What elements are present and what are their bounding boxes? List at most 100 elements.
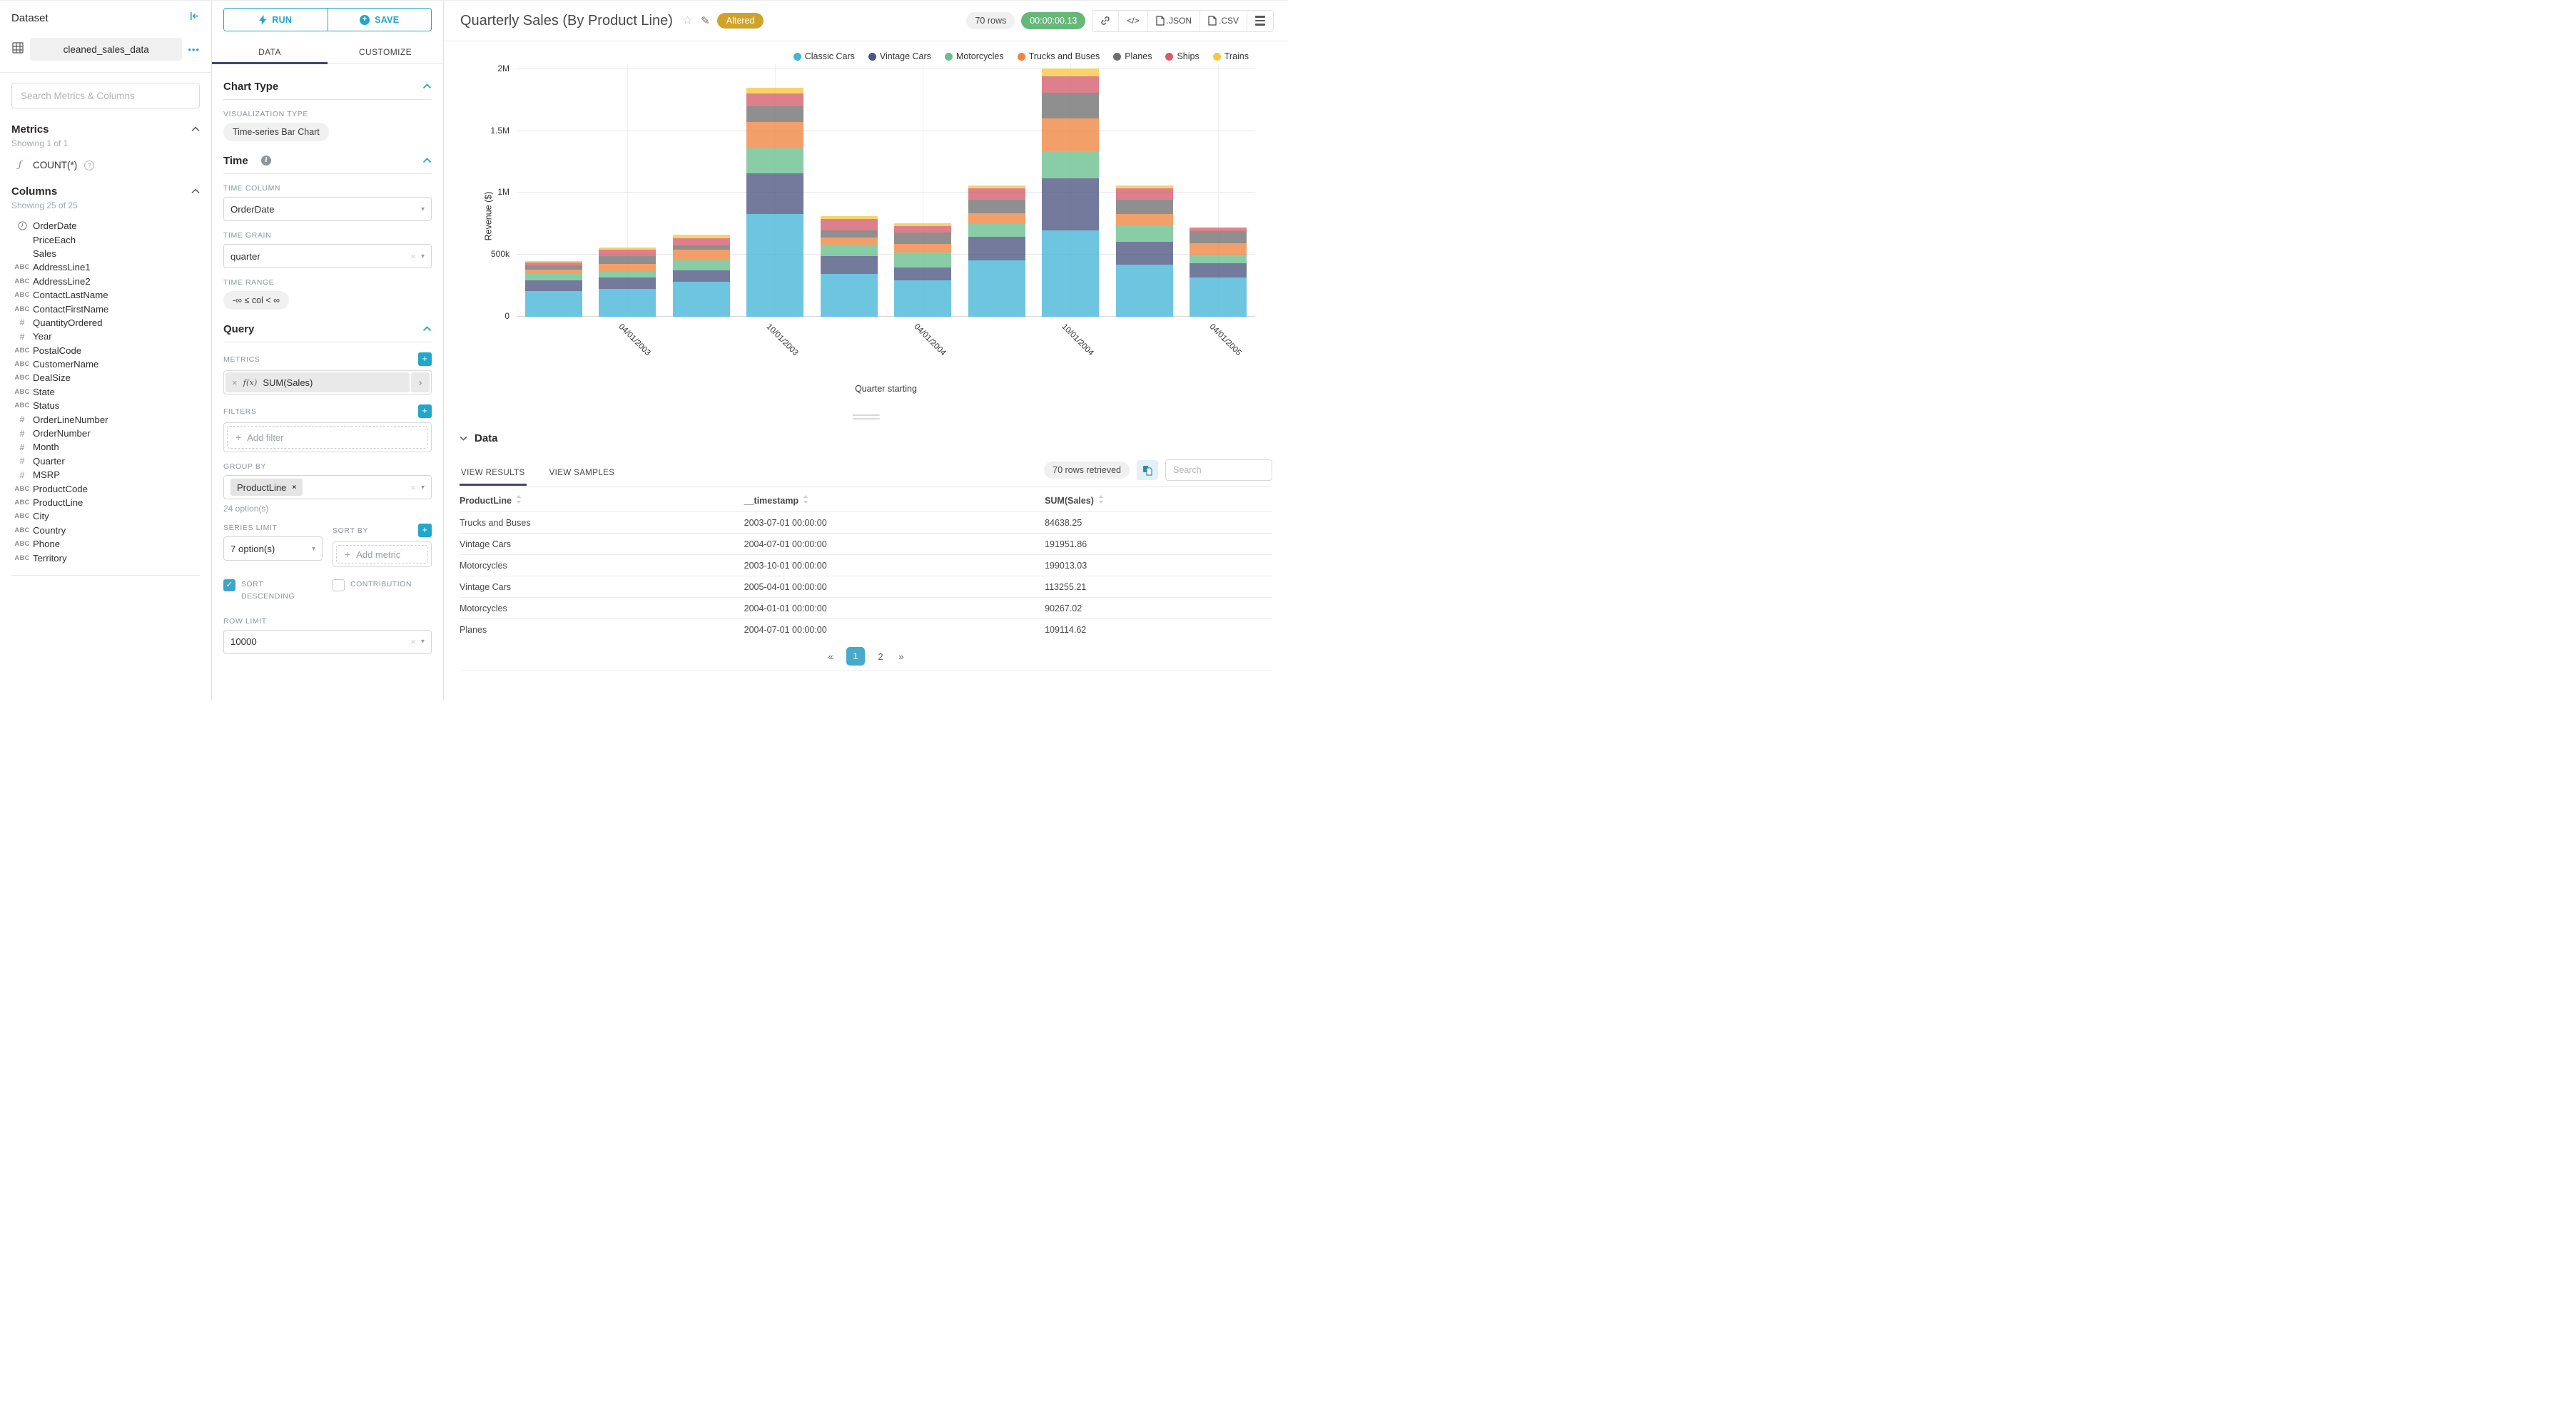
- table-row[interactable]: Vintage Cars 2005-04-01 00:00:00 113255.21: [460, 576, 1272, 598]
- bar-segment[interactable]: [1115, 265, 1173, 317]
- bar-segment[interactable]: [894, 267, 952, 280]
- bar-segment[interactable]: [672, 260, 730, 270]
- remove-chip-icon[interactable]: ×: [292, 484, 296, 491]
- column-list-item[interactable]: ABC ProductLine: [11, 496, 200, 509]
- favorite-star-icon[interactable]: ☆: [682, 14, 693, 28]
- column-list-item[interactable]: ABC DealSize: [11, 371, 200, 384]
- bar-segment[interactable]: [1115, 185, 1173, 189]
- bar-segment[interactable]: [524, 280, 582, 292]
- dataset-select[interactable]: cleaned_sales_data: [30, 38, 183, 61]
- bar-segment[interactable]: [599, 248, 656, 250]
- tab-view-results[interactable]: VIEW RESULTS: [460, 462, 527, 486]
- bar-segment[interactable]: [524, 263, 582, 266]
- bar-segment[interactable]: [968, 224, 1025, 237]
- data-section-toggle[interactable]: Data: [460, 427, 1272, 449]
- table-row[interactable]: Motorcycles 2004-01-01 00:00:00 90267.02: [460, 597, 1272, 619]
- group-by-chip[interactable]: ProductLine ×: [230, 479, 303, 496]
- bar-segment[interactable]: [894, 223, 952, 226]
- bar-segment[interactable]: [746, 88, 804, 94]
- remove-metric-icon[interactable]: ×: [232, 377, 238, 388]
- legend-item[interactable]: Classic Cars: [793, 51, 855, 61]
- bar-segment[interactable]: [672, 270, 730, 282]
- bar-segment[interactable]: [820, 245, 878, 256]
- bar-segment[interactable]: [672, 250, 730, 261]
- column-list-item[interactable]: # OrderLineNumber: [11, 412, 200, 426]
- tab-data[interactable]: DATA: [212, 40, 328, 64]
- series-limit-select[interactable]: 7 option(s) ▾: [223, 536, 323, 561]
- column-list-item[interactable]: OrderDate: [11, 219, 200, 233]
- bar-segment[interactable]: [1115, 188, 1173, 200]
- add-sort-metric-button[interactable]: +: [418, 524, 432, 537]
- stacked-bar[interactable]: [746, 88, 804, 317]
- bar-segment[interactable]: [672, 238, 730, 246]
- clear-icon[interactable]: ×: [410, 636, 416, 647]
- bar-segment[interactable]: [820, 218, 878, 231]
- bar-segment[interactable]: [524, 261, 582, 263]
- column-list-item[interactable]: ABC AddressLine1: [11, 260, 200, 274]
- bar-segment[interactable]: [672, 282, 730, 317]
- dataset-more-icon[interactable]: •••: [188, 44, 200, 55]
- bar-segment[interactable]: [1042, 76, 1100, 93]
- bar-segment[interactable]: [524, 265, 582, 270]
- column-list-item[interactable]: ABC Territory: [11, 551, 200, 564]
- sort-descending-checkbox[interactable]: ✓: [223, 579, 235, 591]
- bar-segment[interactable]: [1190, 228, 1247, 231]
- time-range-pill[interactable]: -∞ ≤ col < ∞: [223, 291, 290, 310]
- column-list-item[interactable]: ABC ContactLastName: [11, 288, 200, 302]
- add-sort-metric-dropzone[interactable]: + Add metric: [336, 545, 428, 564]
- sort-icon[interactable]: [1098, 495, 1104, 506]
- column-list-item[interactable]: ABC City: [11, 509, 200, 523]
- bar-segment[interactable]: [894, 252, 952, 268]
- export-csv-button[interactable]: .CSV: [1199, 10, 1247, 31]
- bar-segment[interactable]: [746, 214, 804, 317]
- copy-data-button[interactable]: [1137, 460, 1158, 480]
- bar-segment[interactable]: [1042, 230, 1100, 317]
- column-list-item[interactable]: # QuantityOrdered: [11, 316, 200, 330]
- column-list-item[interactable]: # Month: [11, 440, 200, 454]
- bar-segment[interactable]: [894, 233, 952, 244]
- share-link-button[interactable]: [1092, 10, 1119, 31]
- bar-segment[interactable]: [1042, 68, 1100, 77]
- stacked-bar[interactable]: [968, 185, 1025, 317]
- pagination-next[interactable]: »: [896, 651, 906, 662]
- column-list-item[interactable]: PriceEach: [11, 233, 200, 246]
- clear-icon[interactable]: ×: [410, 482, 416, 493]
- legend-item[interactable]: Vintage Cars: [868, 51, 931, 61]
- bar-segment[interactable]: [746, 148, 804, 173]
- bar-segment[interactable]: [1190, 230, 1247, 244]
- column-list-item[interactable]: ABC State: [11, 385, 200, 399]
- embed-code-button[interactable]: </>: [1118, 10, 1147, 31]
- legend-item[interactable]: Motorcycles: [944, 51, 1004, 61]
- bar-segment[interactable]: [820, 274, 878, 317]
- stacked-bar[interactable]: [524, 261, 582, 317]
- bar-segment[interactable]: [968, 188, 1025, 200]
- group-by-select[interactable]: ProductLine × × ▾: [223, 475, 432, 499]
- bar-segment[interactable]: [1042, 151, 1100, 178]
- save-button[interactable]: + SAVE: [327, 9, 431, 31]
- chevron-up-icon[interactable]: [422, 80, 432, 93]
- export-json-button[interactable]: .JSON: [1147, 10, 1200, 31]
- bar-segment[interactable]: [1042, 92, 1100, 119]
- run-button[interactable]: RUN: [224, 9, 328, 31]
- legend-item[interactable]: Ships: [1165, 51, 1200, 61]
- stacked-bar[interactable]: [672, 234, 730, 317]
- column-list-item[interactable]: # MSRP: [11, 468, 200, 482]
- search-metrics-columns-input[interactable]: [11, 83, 200, 108]
- bar-segment[interactable]: [746, 121, 804, 149]
- stacked-bar[interactable]: [894, 223, 952, 317]
- tab-customize[interactable]: CUSTOMIZE: [328, 40, 443, 63]
- bar-segment[interactable]: [820, 215, 878, 219]
- bar-segment[interactable]: [968, 236, 1025, 260]
- stacked-bar[interactable]: [1042, 68, 1100, 317]
- bar-segment[interactable]: [746, 93, 804, 107]
- collapse-sidebar-icon[interactable]: [189, 11, 200, 25]
- bar-segment[interactable]: [1190, 277, 1247, 317]
- bar-segment[interactable]: [1115, 225, 1173, 243]
- bar-segment[interactable]: [599, 249, 656, 257]
- chevron-up-icon[interactable]: [422, 154, 432, 167]
- column-list-item[interactable]: Sales: [11, 247, 200, 260]
- bar-segment[interactable]: [1190, 243, 1247, 255]
- bar-segment[interactable]: [524, 273, 582, 281]
- stacked-bar[interactable]: [1190, 226, 1247, 317]
- add-filter-button[interactable]: +: [418, 404, 432, 418]
